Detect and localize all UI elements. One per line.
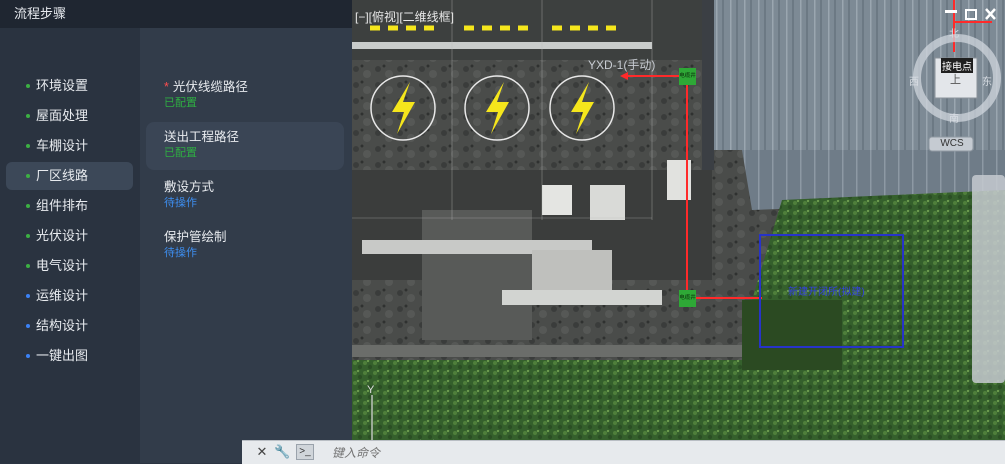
status-dot [26,234,30,238]
close-icon[interactable]: ✕ [254,444,270,460]
compass-west[interactable]: 西 [909,73,919,88]
step-pv-cable-path[interactable]: * 光伏线缆路径 已配置 [146,72,344,120]
nav-item-structure[interactable]: 结构设计 [6,312,133,340]
nav-sidebar: 环境设置 屋面处理 车棚设计 厂区线路 组件排布 光伏设计 电气设计 运维设计 … [0,28,140,463]
status-dot [26,174,30,178]
step-status: 待操作 [164,247,197,259]
panel-title: 流程步骤 [0,0,352,28]
step-status: 已配置 [164,97,197,109]
access-point-label: 接电点 [941,58,973,73]
status-dot [26,204,30,208]
step-export-path[interactable]: 送出工程路径 已配置 [146,122,344,170]
nav-item-pv-design[interactable]: 光伏设计 [6,222,133,250]
nav-item-operations[interactable]: 运维设计 [6,282,133,310]
command-bar: ✕ 🔧 >_ [242,440,1005,464]
compass-east[interactable]: 东 [982,73,992,88]
nav-item-roof[interactable]: 屋面处理 [6,102,133,130]
command-prompt-icon[interactable]: >_ [296,444,314,460]
nav-item-plant-lines[interactable]: 厂区线路 [6,162,133,190]
planned-station-label: 新建开闭所(拟建) [788,287,865,298]
nav-item-electrical[interactable]: 电气设计 [6,252,133,280]
ucs-y-label: Y [367,384,375,396]
wrench-icon[interactable]: 🔧 [274,444,290,460]
status-dot [26,324,30,328]
nav-item-carport[interactable]: 车棚设计 [6,132,133,160]
nav-item-module-layout[interactable]: 组件排布 [6,192,133,220]
nav-item-environment[interactable]: 环境设置 [6,72,133,100]
command-input[interactable] [330,443,734,463]
cable-well-label: 电缆井 [679,295,696,301]
status-dot [26,354,30,358]
status-dot [26,84,30,88]
cable-well-label: 电缆井 [679,73,696,79]
step-conduit-draw[interactable]: 保护管绘制 待操作 [146,222,344,270]
step-status: 待操作 [164,197,197,209]
view-cube-face[interactable]: 上 [950,71,961,87]
status-dot [26,264,30,268]
cable-label: YXD-1(手动) [588,58,656,72]
status-dot [26,114,30,118]
required-mark: * [164,80,169,94]
nav-item-export[interactable]: 一键出图 [6,342,133,370]
compass-north[interactable]: 北 [949,25,959,40]
status-dot [26,294,30,298]
status-dot [26,144,30,148]
nav-bar[interactable] [972,175,1005,383]
wcs-button[interactable]: WCS [932,138,972,149]
step-status: 已配置 [164,147,197,159]
viewport-label[interactable]: [−][俯视][二维线框] [355,8,454,25]
aerial-map [352,0,1005,463]
step-laying-method[interactable]: 敷设方式 待操作 [146,172,344,220]
cad-viewport[interactable]: [−][俯视][二维线框] YXD-1(手动) 电缆井 电缆井 新建开闭所(拟建… [352,0,1005,463]
compass-south[interactable]: 南 [949,110,959,125]
